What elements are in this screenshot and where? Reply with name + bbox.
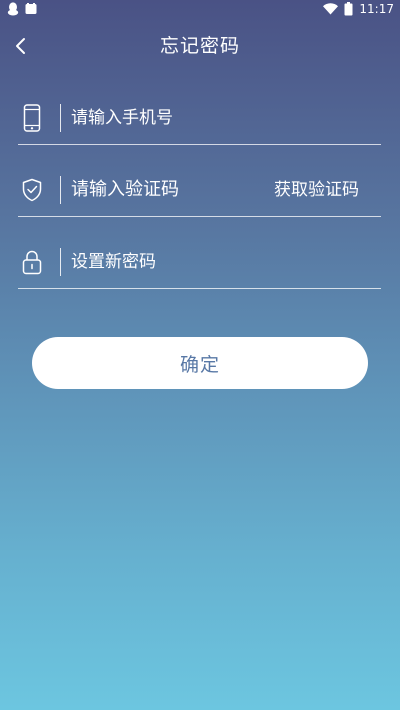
status-left-icons bbox=[7, 2, 37, 16]
code-divider bbox=[60, 176, 61, 204]
lock-icon bbox=[22, 248, 42, 276]
status-bar: 11:17 bbox=[0, 0, 400, 18]
shield-check-icon bbox=[22, 176, 42, 204]
new-password-row bbox=[18, 228, 381, 289]
new-password-input[interactable] bbox=[71, 248, 261, 276]
status-right-icons: 11:17 bbox=[323, 0, 394, 18]
phone-divider bbox=[60, 104, 61, 132]
phone-icon bbox=[22, 104, 42, 132]
wifi-icon bbox=[323, 3, 339, 15]
nav-bar: 忘记密码 bbox=[0, 22, 400, 70]
code-row: 获取验证码 bbox=[18, 156, 381, 217]
page-title: 忘记密码 bbox=[159, 35, 240, 57]
status-time: 11:17 bbox=[359, 2, 394, 16]
phone-row bbox=[18, 84, 381, 145]
battery-icon bbox=[344, 2, 353, 16]
get-code-button[interactable]: 获取验证码 bbox=[274, 178, 359, 202]
code-input[interactable] bbox=[71, 176, 261, 204]
new-password-divider bbox=[60, 248, 61, 276]
qq-icon bbox=[7, 2, 19, 16]
notification-icon bbox=[25, 3, 37, 14]
confirm-button[interactable]: 确定 bbox=[32, 337, 368, 389]
phone-input[interactable] bbox=[71, 104, 261, 132]
